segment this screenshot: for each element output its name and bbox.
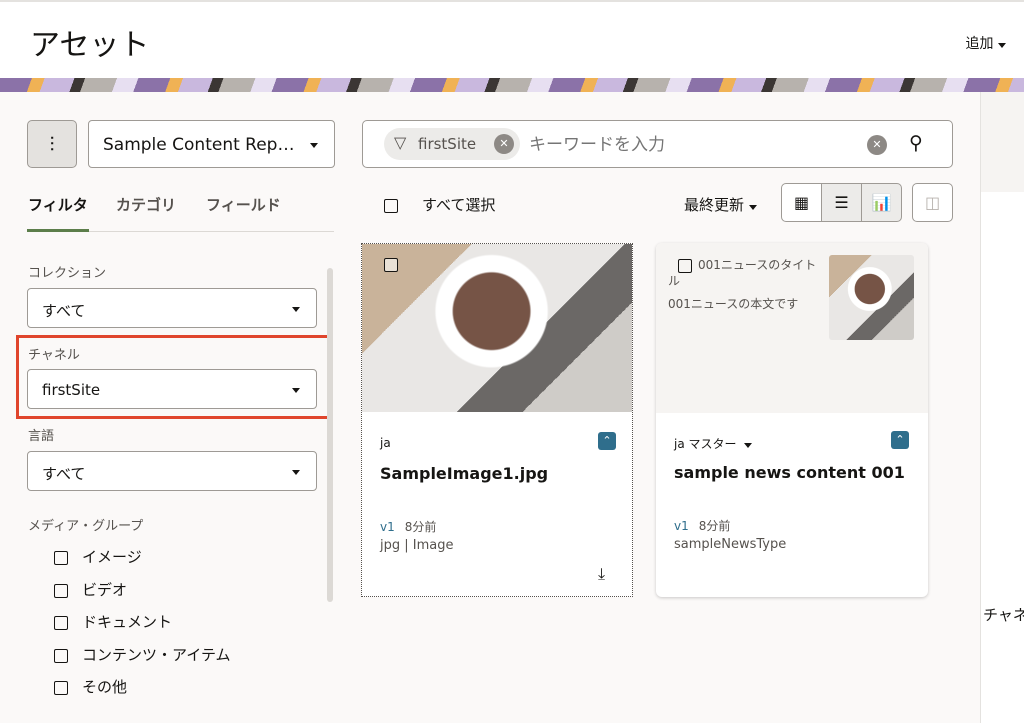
split-panel-icon: ◫ xyxy=(924,193,941,212)
filter-scrollbar[interactable] xyxy=(327,268,333,602)
option-label: その他 xyxy=(82,678,128,696)
channel-value: firstSite xyxy=(42,381,101,399)
checkbox[interactable] xyxy=(384,198,398,213)
content-preview: 001ニュースのタイトル 001ニュースの本文です xyxy=(656,243,928,413)
caret-down-icon xyxy=(292,307,300,312)
checkbox[interactable] xyxy=(54,648,68,663)
caret-down-icon xyxy=(998,43,1006,48)
card-version: v1 xyxy=(380,520,395,534)
language-value: すべて xyxy=(42,465,86,483)
chip-label: firstSite xyxy=(418,135,477,153)
media-option-other[interactable]: その他 xyxy=(54,676,127,697)
card-title[interactable]: SampleImage1.jpg xyxy=(380,464,548,483)
tab-filter[interactable]: フィルタ xyxy=(28,194,88,215)
media-option-content-item[interactable]: コンテンツ・アイテム xyxy=(54,644,231,665)
chip-remove-icon[interactable]: ✕ xyxy=(494,134,514,154)
media-option-video[interactable]: ビデオ xyxy=(54,579,127,600)
caret-down-icon xyxy=(292,470,300,475)
sliders-icon: ⫶ xyxy=(49,132,55,156)
chevron-up-icon[interactable]: ⌃ xyxy=(891,431,909,449)
select-all-label: すべて選択 xyxy=(422,196,496,214)
caret-down-icon xyxy=(744,443,753,448)
checkbox[interactable] xyxy=(54,550,68,565)
card-title[interactable]: sample news content 001 xyxy=(674,463,905,482)
language-select[interactable]: ja マスター xyxy=(674,435,753,452)
card-checkbox[interactable] xyxy=(384,258,398,272)
repository-select[interactable]: Sample Content Rep… xyxy=(88,120,335,168)
option-label: イメージ xyxy=(82,548,142,566)
preview-title: 001ニュースのタイトル xyxy=(668,257,818,289)
card-time: 8分前 xyxy=(404,520,437,534)
media-option-image[interactable]: イメージ xyxy=(54,546,142,567)
grid-view-button[interactable]: ▦ xyxy=(781,183,822,222)
caret-down-icon xyxy=(292,388,300,393)
clear-search-icon[interactable]: ✕ xyxy=(867,135,887,155)
channel-select[interactable]: firstSite xyxy=(27,369,317,409)
sort-select[interactable]: 最終更新 xyxy=(684,194,757,215)
preview-body: 001ニュースの本文です xyxy=(668,297,799,311)
collection-label: コレクション xyxy=(28,266,107,281)
search-icon[interactable]: ⚲ xyxy=(909,132,923,154)
option-label: コンテンツ・アイテム xyxy=(82,646,231,664)
option-label: ドキュメント xyxy=(82,613,173,631)
keyword-input[interactable] xyxy=(529,131,849,159)
media-option-document[interactable]: ドキュメント xyxy=(54,611,172,632)
list-icon: ☰ xyxy=(834,193,849,212)
add-label: 追加 xyxy=(965,36,994,52)
right-panel-label: チャネ xyxy=(983,606,1024,624)
channel-label: チャネル xyxy=(28,348,80,363)
language-select[interactable]: すべて xyxy=(27,451,317,491)
checkbox[interactable] xyxy=(54,615,68,630)
collection-select[interactable]: すべて xyxy=(27,288,317,328)
repository-value: Sample Content Rep… xyxy=(103,135,295,155)
analytics-view-button[interactable]: 📊 xyxy=(861,183,902,222)
card-language: ja マスター xyxy=(674,437,737,451)
tab-field[interactable]: フィールド xyxy=(206,194,281,215)
download-icon[interactable]: ⤓ xyxy=(598,564,605,584)
card-version: v1 xyxy=(674,519,689,533)
list-view-button[interactable]: ☰ xyxy=(821,183,862,222)
app-header: アセット 追加 xyxy=(0,0,1024,78)
checkbox[interactable] xyxy=(54,583,68,598)
filter-toggle-button[interactable]: ⫶ xyxy=(27,120,77,168)
media-group-label: メディア・グループ xyxy=(28,519,144,534)
chart-icon: 📊 xyxy=(871,193,892,212)
chevron-up-icon[interactable]: ⌃ xyxy=(598,432,616,450)
card-checkbox[interactable] xyxy=(678,258,692,273)
option-label: ビデオ xyxy=(82,581,128,599)
preview-thumbnail xyxy=(829,255,914,340)
add-menu-button[interactable]: 追加 xyxy=(966,33,1006,53)
asset-thumbnail xyxy=(362,244,632,412)
decorative-banner xyxy=(0,78,1024,92)
card-type: jpg | Image xyxy=(380,538,454,553)
sort-label: 最終更新 xyxy=(684,196,745,214)
asset-card[interactable]: ja ⌃ SampleImage1.jpg v1 8分前 jpg | Image … xyxy=(361,243,633,597)
tab-underline xyxy=(27,229,89,232)
language-label: 言語 xyxy=(28,429,55,444)
page-title: アセット xyxy=(30,28,150,63)
card-type: sampleNewsType xyxy=(674,537,787,552)
filter-icon: ▽ xyxy=(394,133,407,152)
search-box[interactable]: ▽ firstSite ✕ ✕ ⚲ xyxy=(362,120,953,168)
checkbox[interactable] xyxy=(54,680,68,695)
collection-value: すべて xyxy=(42,302,86,320)
card-time: 8分前 xyxy=(698,519,731,533)
tab-category[interactable]: カテゴリ xyxy=(116,194,176,215)
caret-down-icon xyxy=(748,205,757,210)
caret-down-icon xyxy=(310,143,318,148)
content-card[interactable]: 001ニュースのタイトル 001ニュースの本文です ja マスター ⌃ samp… xyxy=(656,243,928,597)
panel-toggle-button[interactable]: ◫ xyxy=(912,183,953,222)
right-panel: チャネ xyxy=(980,92,1024,723)
grid-icon: ▦ xyxy=(793,193,810,212)
card-language: ja xyxy=(380,436,391,450)
filter-chip[interactable]: ▽ firstSite ✕ xyxy=(384,128,520,160)
select-all[interactable]: すべて選択 xyxy=(384,194,495,215)
